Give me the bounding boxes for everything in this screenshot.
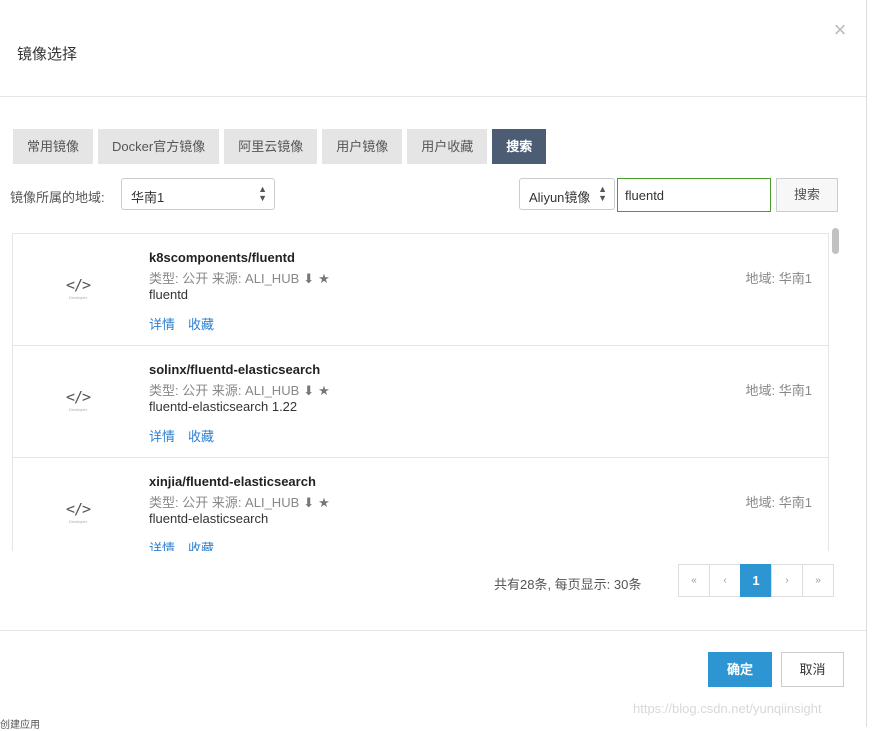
tab-common-images[interactable]: 常用镜像: [13, 129, 94, 164]
confirm-button[interactable]: 确定: [708, 652, 772, 687]
dialog-title: 镜像选择: [17, 46, 78, 63]
select-arrows-icon: ▲ ▼: [598, 184, 607, 203]
item-links: 详情 收藏: [149, 538, 227, 551]
pagination-summary: 共有28条, 每页显示: 30条: [494, 577, 642, 592]
tab-search[interactable]: 搜索: [492, 129, 547, 164]
list-item: </> Developer solinx/fluentd-elasticsear…: [13, 346, 828, 458]
favorite-link[interactable]: 收藏: [188, 541, 214, 551]
region-select[interactable]: 华南1 ▲ ▼: [121, 178, 275, 210]
select-arrows-icon: ▲ ▼: [258, 184, 267, 203]
region-select-value: 华南1: [131, 190, 165, 205]
search-button[interactable]: 搜索: [776, 178, 838, 212]
favorite-link[interactable]: 收藏: [188, 317, 214, 332]
download-icon: ⬇: [303, 383, 315, 398]
download-icon: ⬇: [303, 495, 315, 510]
star-icon: ★: [318, 383, 330, 398]
detail-link[interactable]: 详情: [149, 429, 175, 444]
star-icon: ★: [318, 495, 330, 510]
code-logo-icon: </> Developer: [65, 388, 91, 412]
cancel-button[interactable]: 取消: [781, 652, 844, 687]
watermark: https://blog.csdn.net/yunqiinsight: [633, 701, 822, 716]
scrollbar-thumb[interactable]: [832, 228, 839, 254]
search-input[interactable]: fluentd: [617, 178, 771, 212]
results-list: </> Developer k8scomponents/fluentd 类型: …: [12, 233, 829, 551]
tab-user-images[interactable]: 用户镜像: [322, 129, 403, 164]
star-icon: ★: [318, 271, 330, 286]
detail-link[interactable]: 详情: [149, 541, 175, 551]
detail-link[interactable]: 详情: [149, 317, 175, 332]
code-logo-icon: </> Developer: [65, 276, 91, 300]
pagination: « ‹ 1 › »: [678, 564, 834, 597]
tab-aliyun-images[interactable]: 阿里云镜像: [224, 129, 318, 164]
list-item: </> Developer k8scomponents/fluentd 类型: …: [13, 234, 828, 346]
image-name: xinjia/fluentd-elasticsearch: [149, 474, 316, 489]
item-links: 详情 收藏: [149, 314, 227, 333]
region-label: 镜像所属的地域:: [10, 190, 105, 205]
image-select-dialog: 镜像选择 × 常用镜像 Docker官方镜像 阿里云镜像 用户镜像 用户收藏 搜…: [0, 0, 867, 727]
close-icon[interactable]: ×: [830, 19, 850, 41]
image-tabs: 常用镜像 Docker官方镜像 阿里云镜像 用户镜像 用户收藏 搜索: [13, 129, 547, 164]
source-select[interactable]: Aliyun镜像 ▲ ▼: [519, 178, 615, 210]
list-item: </> Developer xinjia/fluentd-elasticsear…: [13, 458, 828, 551]
footer-divider: [0, 630, 866, 631]
image-name: k8scomponents/fluentd: [149, 250, 295, 265]
image-meta: 类型: 公开 来源: ALI_HUB ⬇ ★: [149, 495, 330, 510]
image-region: 地域: 华南1: [745, 271, 812, 286]
search-input-value: fluentd: [625, 188, 665, 203]
image-region: 地域: 华南1: [745, 383, 812, 398]
item-links: 详情 收藏: [149, 426, 227, 445]
image-description: fluentd-elasticsearch 1.22: [149, 399, 298, 414]
page-number-button[interactable]: 1: [740, 564, 772, 597]
next-page-button[interactable]: ›: [771, 564, 803, 597]
header-divider: [0, 96, 866, 97]
first-page-button[interactable]: «: [678, 564, 710, 597]
image-meta: 类型: 公开 来源: ALI_HUB ⬇ ★: [149, 271, 330, 286]
last-page-button[interactable]: »: [802, 564, 834, 597]
tab-docker-official[interactable]: Docker官方镜像: [98, 129, 220, 164]
prev-page-button[interactable]: ‹: [709, 564, 741, 597]
code-logo-icon: </> Developer: [65, 500, 91, 524]
favorite-link[interactable]: 收藏: [188, 429, 214, 444]
download-icon: ⬇: [303, 271, 315, 286]
image-description: fluentd-elasticsearch: [149, 511, 269, 526]
image-name: solinx/fluentd-elasticsearch: [149, 362, 321, 377]
image-description: fluentd: [149, 287, 189, 302]
image-region: 地域: 华南1: [745, 495, 812, 510]
image-meta: 类型: 公开 来源: ALI_HUB ⬇ ★: [149, 383, 330, 398]
tab-user-favorites[interactable]: 用户收藏: [407, 129, 488, 164]
list-scrollbar[interactable]: [829, 228, 843, 551]
background-text: 创建应用: [0, 720, 40, 731]
source-select-value: Aliyun镜像: [529, 190, 591, 205]
